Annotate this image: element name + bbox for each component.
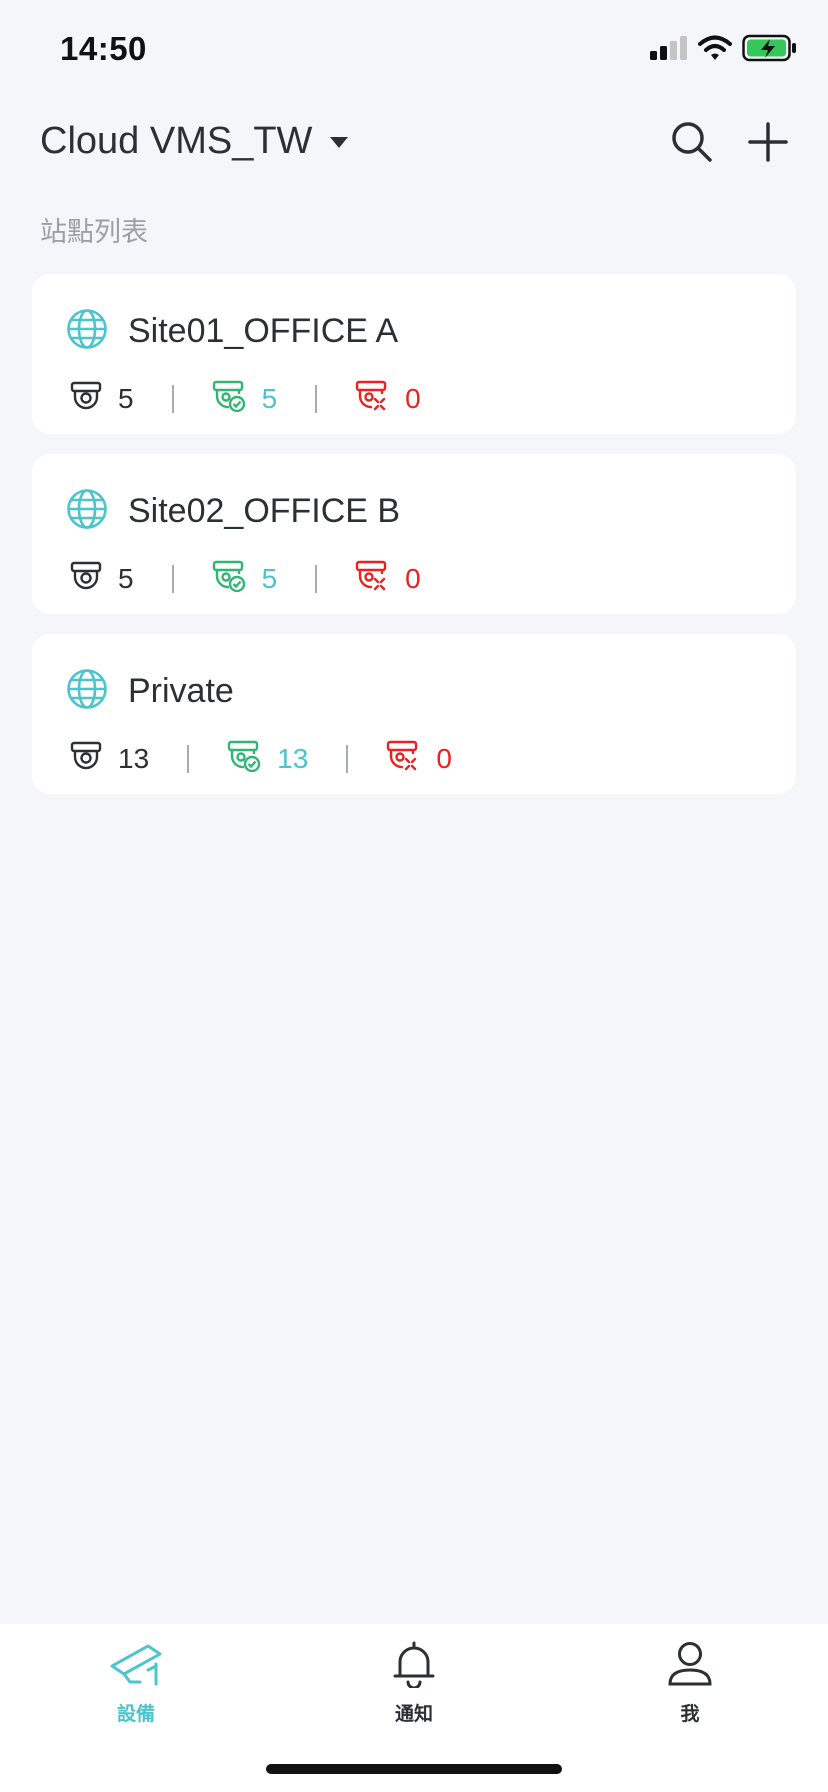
camera-total-icon (70, 381, 102, 416)
status-bar: 14:50 (0, 0, 828, 100)
globe-icon (66, 488, 108, 535)
globe-icon (66, 668, 108, 715)
section-label: 站點列表 (40, 217, 148, 247)
online-count: 5 (261, 382, 278, 414)
search-icon (670, 120, 714, 169)
total-cameras-stat: 13 (70, 741, 149, 776)
divider (346, 744, 349, 773)
online-cameras-stat: 5 (212, 560, 278, 597)
site-card[interactable]: Site01_OFFICE A 5 5 0 (32, 274, 796, 434)
offline-cameras-stat: 0 (386, 740, 452, 777)
camera-offline-icon (386, 740, 420, 777)
online-cameras-stat: 5 (212, 380, 278, 417)
home-indicator (266, 1764, 562, 1774)
camera-offline-icon (355, 560, 389, 597)
workspace-title: Cloud VMS_TW (40, 120, 313, 162)
status-icons (650, 34, 798, 67)
bell-icon (392, 1640, 436, 1693)
site-list: Site01_OFFICE A 5 5 0 Site02_OFFICE B 5 … (32, 274, 796, 814)
add-button[interactable] (738, 114, 798, 174)
site-header: Private (66, 668, 234, 715)
total-cameras-stat: 5 (70, 381, 134, 416)
nav-item-me[interactable]: 我 (610, 1640, 770, 1726)
total-count: 5 (118, 562, 134, 594)
battery-charging-icon (742, 34, 798, 67)
site-card[interactable]: Site02_OFFICE B 5 5 0 (32, 454, 796, 614)
divider (171, 384, 174, 413)
site-name: Site02_OFFICE B (128, 492, 401, 530)
total-cameras-stat: 5 (70, 561, 134, 596)
site-name: Private (128, 672, 234, 710)
site-stats: 5 5 0 (70, 560, 421, 597)
site-stats: 13 13 0 (70, 740, 452, 777)
globe-icon (66, 308, 108, 355)
search-button[interactable] (662, 114, 722, 174)
divider (171, 564, 174, 593)
divider (187, 744, 190, 773)
status-time: 14:50 (60, 30, 147, 67)
offline-count: 0 (405, 382, 421, 414)
offline-count: 0 (405, 562, 421, 594)
camera-online-icon (212, 380, 246, 417)
camera-total-icon (70, 561, 102, 596)
online-count: 5 (261, 562, 278, 594)
total-count: 5 (118, 382, 134, 414)
person-icon (667, 1640, 713, 1693)
site-stats: 5 5 0 (70, 380, 421, 417)
camera-offline-icon (355, 380, 389, 417)
nav-label-notifications: 通知 (394, 1704, 433, 1725)
site-name: Site01_OFFICE A (128, 312, 399, 350)
workspace-selector[interactable]: Cloud VMS_TW (40, 120, 349, 163)
nav-item-devices[interactable]: 設備 (56, 1640, 216, 1726)
online-cameras-stat: 13 (227, 740, 308, 777)
site-header: Site01_OFFICE A (66, 308, 398, 355)
camera-total-icon (70, 741, 102, 776)
cellular-signal-icon (650, 36, 688, 65)
nav-item-notifications[interactable]: 通知 (334, 1640, 494, 1726)
offline-cameras-stat: 0 (355, 560, 421, 597)
site-card[interactable]: Private 13 13 0 (32, 634, 796, 794)
divider (315, 564, 318, 593)
chevron-down-icon (330, 137, 349, 148)
plus-icon (747, 121, 789, 168)
nav-label-me: 我 (680, 1704, 700, 1725)
offline-count: 0 (436, 742, 452, 774)
online-count: 13 (277, 742, 309, 774)
camera-online-icon (212, 560, 246, 597)
camera-online-icon (227, 740, 261, 777)
camera-icon (108, 1640, 164, 1693)
divider (315, 384, 318, 413)
header: Cloud VMS_TW (0, 100, 828, 220)
total-count: 13 (118, 742, 150, 774)
nav-label-devices: 設備 (116, 1704, 155, 1725)
offline-cameras-stat: 0 (355, 380, 421, 417)
site-header: Site02_OFFICE B (66, 488, 400, 535)
app-screen: 14:50 Cloud VMS_TW 站點列表 Site01_OFFICE A … (0, 0, 828, 1792)
wifi-icon (698, 35, 732, 66)
